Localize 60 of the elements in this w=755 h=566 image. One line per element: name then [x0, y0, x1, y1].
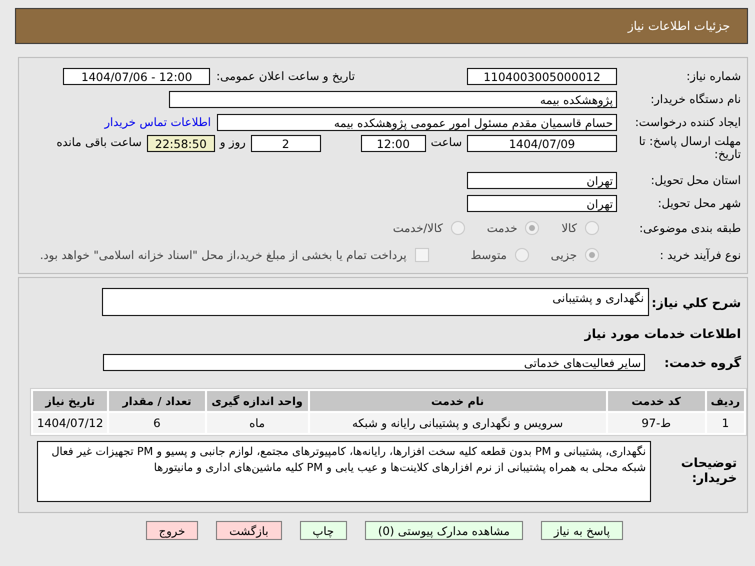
date-field[interactable]: 1404/07/09: [467, 135, 617, 152]
service-group-field[interactable]: سایر فعالیت‌های خدماتی: [103, 354, 645, 370]
radio-button[interactable]: [514, 248, 529, 262]
days-label: روز و: [220, 135, 246, 149]
radio-button[interactable]: [525, 221, 540, 235]
radio-button[interactable]: [585, 221, 599, 235]
column-header: واحد اندازه گیری: [206, 391, 308, 411]
table-cell: 1: [706, 413, 744, 433]
option-label: کالا/خدمت: [392, 221, 443, 235]
action-button[interactable]: بازگشت: [216, 521, 282, 540]
page-title: جزئیات اطلاعات نیاز: [628, 19, 730, 33]
summary-field[interactable]: نگهداری و پشتیبانی: [102, 288, 649, 316]
description-field[interactable]: نگهداری، پشتیبانی و PM بدون قطعه کلیه سخت افزارها، رایانه‌ها، کامپیوترهای مجتمع، لوازم جانبی و پسیو و PM تجهیزات غیر فعال شبکه محلی به همراه پشتیبانی از نرم افزارهای کلاینت‌ها و عیب یابی و PM کلیه ماشین‌های اداری و مانیتورها: [37, 441, 651, 502]
remaining-label: ساعت باقی مانده: [56, 135, 142, 149]
need-number-field[interactable]: 1104003005000012: [467, 68, 617, 84]
province-field[interactable]: تهران: [467, 172, 617, 188]
field-label: نام دستگاه خریدار:: [649, 92, 742, 106]
table-cell: 6: [109, 413, 205, 433]
action-button[interactable]: چاپ: [300, 521, 347, 540]
field-label: طبقه بندی موضوعی:: [638, 221, 742, 235]
option-label: خدمت: [486, 221, 518, 235]
field-label: تاریخ و ساعت اعلان عمومی:: [216, 69, 356, 83]
field-label: شماره نیاز:: [685, 69, 742, 83]
table-cell: ماه: [206, 413, 308, 433]
service-group-label: گروه خدمت:: [663, 354, 742, 370]
option-label: متوسط: [470, 248, 507, 262]
column-header: تاریخ نیاز: [33, 391, 108, 411]
column-header: نام خدمت: [310, 391, 606, 411]
requester-field[interactable]: حسام قاسمیان مقدم مسئول امور عمومی پژوهشکده بیمه: [217, 114, 617, 130]
table-cell: 1404/07/12: [33, 413, 108, 433]
city-field[interactable]: تهران: [467, 194, 617, 212]
field-label: نوع فرآیند خرید :: [658, 248, 742, 262]
radio-button[interactable]: [450, 221, 465, 235]
remaining-time-field[interactable]: 22:58:50: [146, 135, 215, 152]
buyer-field[interactable]: پژوهشکده بیمه: [169, 90, 617, 108]
announce-date-field[interactable]: 1404/07/06 - 12:00: [63, 68, 210, 84]
field-label: مهلت ارسال پاسخ: تا تاریخ:: [638, 135, 742, 161]
option-label: کالا: [561, 221, 577, 235]
field-label: شهر محل تحویل:: [656, 196, 742, 210]
description-label: توضیحات خریدار:: [680, 454, 738, 485]
section-title: اطلاعات خدمات مورد نیاز: [583, 325, 742, 343]
contact-link[interactable]: اطلاعات تماس خریدار: [104, 115, 211, 129]
summary-label: شرح کلي نياز:: [650, 294, 742, 310]
field-label: استان محل تحویل:: [650, 173, 742, 187]
action-button[interactable]: خروج: [146, 521, 198, 540]
action-button[interactable]: پاسخ به نیاز: [540, 521, 623, 540]
radio-button[interactable]: [585, 248, 599, 262]
table-cell: ط-97: [608, 413, 705, 433]
column-header: ردیف: [706, 391, 744, 411]
time-label: ساعت: [430, 135, 462, 149]
field-label: ایجاد کننده درخواست:: [634, 115, 742, 129]
column-header: کد خدمت: [608, 391, 705, 411]
days-field[interactable]: 2: [250, 135, 321, 152]
payment-note: پرداخت تمام یا بخشی از مبلغ خرید،از محل "اسناد خزانه اسلامی" خواهد بود.: [40, 248, 407, 262]
option-label: جزیی: [550, 248, 577, 262]
column-header: تعداد / مقدار: [109, 391, 205, 411]
action-button[interactable]: مشاهده مدارک پیوستی (0): [364, 521, 523, 540]
table-cell: سرویس و نگهداری و پشتیبانی رایانه و شبکه: [310, 413, 606, 433]
checkbox[interactable]: [414, 248, 429, 262]
time-field[interactable]: 12:00: [360, 135, 426, 152]
